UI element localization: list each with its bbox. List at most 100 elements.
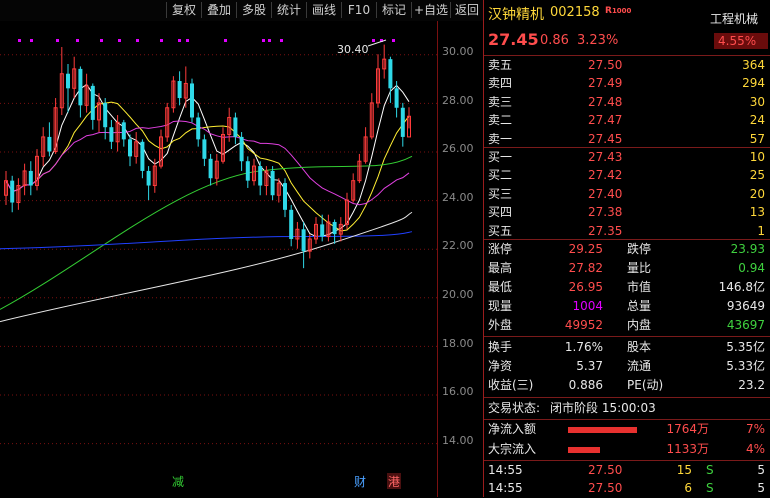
- candle-body: [301, 229, 306, 252]
- candle-body: [245, 161, 250, 181]
- sell-row[interactable]: 卖五 27.50 364: [484, 56, 770, 75]
- sell-row[interactable]: 卖三 27.48 30: [484, 93, 770, 112]
- candle-body: [320, 224, 325, 237]
- buy-level-label: 买二: [488, 168, 513, 183]
- candlestick-chart[interactable]: 30.40 减 财 港: [0, 21, 438, 497]
- tick-time: 14:55: [488, 463, 523, 477]
- candle-body: [10, 180, 15, 203]
- limit-down-value: 23.93: [730, 242, 765, 256]
- tick-row[interactable]: 14:55 27.50 6 S 5: [484, 479, 770, 498]
- divider: [484, 397, 770, 398]
- sell-row[interactable]: 卖一 27.45 57: [484, 130, 770, 149]
- buy-level-label: 买五: [488, 223, 513, 238]
- price-grid: [0, 21, 438, 497]
- turnover-label: 换手: [488, 340, 513, 354]
- current-volume-value: 1004: [572, 299, 603, 313]
- high-value: 27.82: [568, 261, 603, 275]
- total-volume-value: 93649: [726, 299, 765, 313]
- sell-level-label: 卖三: [488, 94, 513, 109]
- y-tick-label: 14.00: [442, 433, 474, 447]
- candle-body: [332, 221, 337, 235]
- buy-row[interactable]: 买四 27.38 13: [484, 203, 770, 222]
- flow-amount: 1764万: [666, 422, 709, 436]
- limit-up-value: 29.25: [568, 242, 603, 256]
- back-button[interactable]: 返回: [450, 2, 483, 18]
- event-dot: [118, 39, 121, 42]
- draw-line-button[interactable]: 画线: [306, 2, 341, 18]
- sell-price: 27.50: [588, 58, 623, 72]
- sector-change: 4.55%: [718, 34, 757, 48]
- total-volume-label: 总量: [627, 299, 652, 313]
- finance-marker[interactable]: 财: [354, 475, 366, 489]
- share-capital-value: 5.35亿: [726, 340, 765, 354]
- multi-stock-button[interactable]: 多股: [236, 2, 271, 18]
- reduce-marker[interactable]: 减: [172, 475, 184, 489]
- y-tick-label: 22.00: [442, 239, 474, 253]
- flow-pct: 7%: [745, 422, 765, 436]
- y-tick-label: 28.00: [442, 93, 474, 107]
- high-label: 最高: [488, 261, 513, 275]
- event-dot: [18, 39, 21, 42]
- buy-price: 27.38: [588, 205, 623, 220]
- low-label: 最低: [488, 280, 513, 294]
- top-event-marks: [18, 39, 395, 42]
- tick-count: 5: [757, 463, 765, 477]
- buy-row[interactable]: 买二 27.42 25: [484, 166, 770, 185]
- flow-bar: [568, 427, 638, 433]
- buy-price: 27.43: [588, 150, 623, 164]
- candle-body: [388, 59, 393, 89]
- candle-body: [146, 170, 151, 186]
- net-assets-value: 5.37: [576, 359, 603, 373]
- price-change-pct: 3.23%: [577, 33, 619, 48]
- volume-ratio-value: 0.94: [738, 261, 765, 275]
- candle-body: [239, 136, 244, 162]
- candle-body: [283, 183, 287, 210]
- sell-level-label: 卖四: [488, 76, 513, 91]
- hk-marker[interactable]: 港: [388, 475, 400, 489]
- y-tick-label: 18.00: [442, 336, 474, 350]
- ma120-line: [0, 211, 413, 323]
- tick-row[interactable]: 14:55 27.50 15 S 5: [484, 461, 770, 480]
- mark-button[interactable]: 标记: [376, 2, 411, 18]
- flow-bar: [568, 447, 600, 453]
- sector-name[interactable]: 工程机械: [710, 10, 758, 27]
- f10-button[interactable]: F10: [341, 2, 376, 18]
- eps-label: 收益(三): [488, 378, 534, 392]
- buy-level-label: 买四: [488, 205, 513, 220]
- event-dot: [178, 39, 181, 42]
- sell-volume: 57: [749, 131, 765, 146]
- event-dot: [100, 39, 103, 42]
- pe-label: PE(动): [627, 378, 664, 392]
- sell-row[interactable]: 卖四 27.49 294: [484, 74, 770, 93]
- buy-volume: 10: [749, 150, 765, 164]
- sell-price: 27.48: [588, 94, 623, 109]
- outer-volume-label: 外盘: [488, 318, 513, 332]
- sell-price: 27.47: [588, 113, 623, 128]
- divider: [484, 336, 770, 337]
- event-dot: [136, 39, 139, 42]
- candle-body: [109, 127, 114, 142]
- fuquan-button[interactable]: 复权: [166, 2, 201, 18]
- candle-body: [121, 122, 126, 140]
- buy-row[interactable]: 买五 27.35 1: [484, 222, 770, 241]
- overlay-button[interactable]: 叠加: [201, 2, 236, 18]
- candle-body: [78, 68, 83, 106]
- ma30-line: [0, 155, 413, 310]
- buy-row[interactable]: 买三 27.40 20: [484, 185, 770, 204]
- last-price: 27.45: [488, 30, 539, 49]
- buy-row[interactable]: 买一 27.43 10: [484, 148, 770, 167]
- trade-status-label: 交易状态:: [488, 401, 541, 415]
- candle-body: [103, 102, 108, 128]
- sell-row[interactable]: 卖二 27.47 24: [484, 111, 770, 130]
- buy-price: 27.40: [588, 186, 623, 201]
- y-tick-label: 20.00: [442, 288, 474, 301]
- flow-label: 大宗流入: [488, 442, 537, 456]
- event-dot: [30, 39, 33, 42]
- sell-volume: 294: [742, 76, 765, 91]
- limit-down-label: 跌停: [627, 242, 652, 256]
- stats-button[interactable]: 统计: [271, 2, 306, 18]
- add-favorite-button[interactable]: +自选: [411, 2, 450, 18]
- y-tick-label: 26.00: [442, 142, 474, 156]
- event-dot: [372, 39, 375, 42]
- price-change: 0.86: [540, 33, 569, 48]
